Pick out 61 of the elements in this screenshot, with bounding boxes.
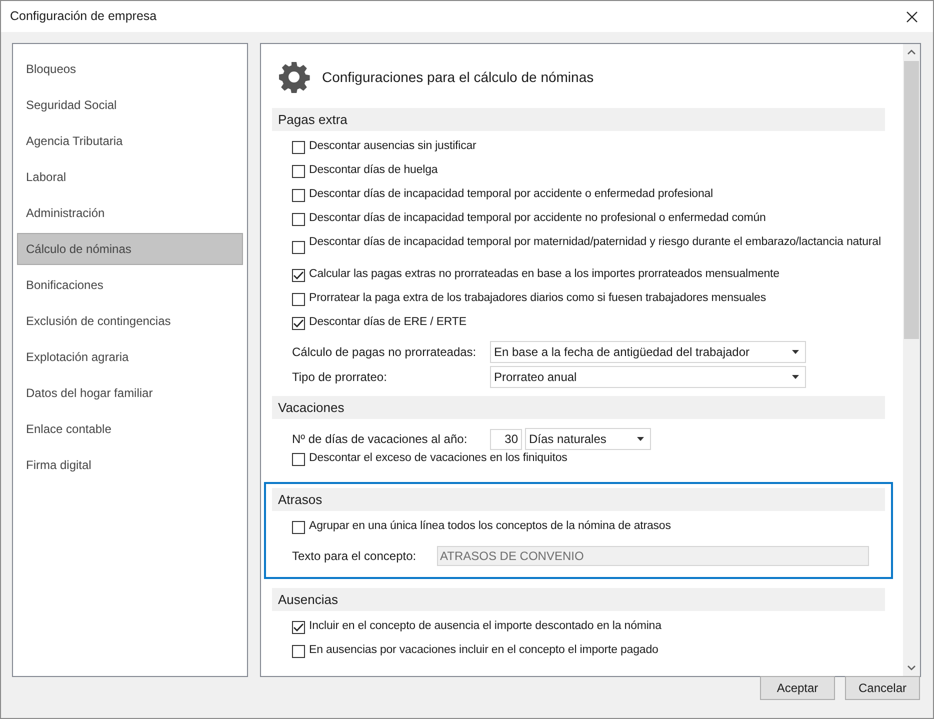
checkbox-label: Incluir en el concepto de ausencia el importe descontado en la nómina (309, 619, 662, 633)
checkbox[interactable] (292, 621, 305, 634)
caret-icon (637, 437, 644, 441)
dialog-button[interactable]: Cancelar (845, 676, 920, 700)
caret-icon (792, 374, 799, 378)
dropdown[interactable]: Días naturales (525, 428, 651, 450)
sidebar-item[interactable]: Exclusión de contingencias (17, 305, 243, 337)
sidebar-item[interactable]: Explotación agraria (17, 341, 243, 373)
checkbox[interactable] (292, 165, 305, 178)
scrollbar[interactable] (903, 44, 920, 676)
field-label: Cálculo de pagas no prorrateadas: (292, 344, 478, 360)
dropdown[interactable]: Prorrateo anual (490, 366, 806, 388)
number-field[interactable]: 30 (490, 428, 522, 450)
checkbox-label: Prorratear la paga extra de los trabajadores diarios como si fuesen trabajadores mensuales (309, 291, 766, 305)
checkbox[interactable] (292, 645, 305, 658)
checkbox[interactable] (292, 269, 305, 282)
checkbox[interactable] (292, 521, 305, 534)
checkbox-label: Descontar días de huelga (309, 163, 438, 177)
sidebar-item[interactable]: Bonificaciones (17, 269, 243, 301)
section-header: Pagas extra (272, 108, 885, 131)
close-icon (906, 10, 918, 22)
panel-title: Configuraciones para el cálculo de nóminas (322, 68, 594, 87)
checkbox-label: Descontar días de incapacidad temporal por accidente o enfermedad profesional (309, 187, 713, 201)
sidebar-item[interactable]: Laboral (17, 161, 243, 193)
gear-icon (278, 61, 310, 93)
checkbox[interactable] (292, 241, 305, 254)
sidebar-item[interactable]: Bloqueos (17, 53, 243, 85)
checkbox-label: Agrupar en una única línea todos los conceptos de la nómina de atrasos (309, 519, 671, 533)
field-label: Texto para el concepto: (292, 548, 418, 565)
checkbox-label: Descontar días de incapacidad temporal por accidente no profesional o enfermedad común (309, 211, 766, 225)
checkbox[interactable] (292, 189, 305, 202)
field-label: Tipo de prorrateo: (292, 368, 388, 386)
checkbox-label: Descontar el exceso de vacaciones en los finiquitos (309, 451, 568, 465)
sidebar-item[interactable]: Cálculo de nóminas (17, 233, 243, 265)
checkbox[interactable] (292, 453, 305, 466)
sidebar-item[interactable]: Datos del hogar familiar (17, 377, 243, 409)
sidebar-item[interactable]: Firma digital (17, 449, 243, 481)
sidebar-item[interactable]: Enlace contable (17, 413, 243, 445)
scroll-up-icon[interactable] (907, 49, 916, 55)
scroll-down-icon[interactable] (907, 665, 916, 671)
checkbox-label: Calcular las pagas extras no prorrateadas en base a los importes prorrateados mensualmente (309, 267, 780, 281)
scroll-thumb[interactable] (904, 61, 919, 339)
sidebar-item[interactable]: Administración (17, 197, 243, 229)
checkbox-label: Descontar ausencias sin justificar (309, 139, 476, 153)
field-label: Nº de días de vacaciones al año: (292, 431, 468, 448)
section-header: Vacaciones (272, 396, 885, 419)
caret-icon (792, 350, 799, 354)
dialog-button[interactable]: Aceptar (760, 676, 835, 700)
section-header: Ausencias (272, 588, 885, 611)
checkbox[interactable] (292, 141, 305, 154)
window-title: Configuración de empresa (10, 8, 157, 26)
sidebar-item[interactable]: Seguridad Social (17, 89, 243, 121)
checkbox[interactable] (292, 317, 305, 330)
checkbox-label: Descontar días de incapacidad temporal por maternidad/paternidad y riesgo durante el embarazo/lactancia natural (309, 235, 881, 249)
sidebar-item[interactable]: Agencia Tributaria (17, 125, 243, 157)
checkbox-label: En ausencias por vacaciones incluir en el concepto el importe pagado (309, 643, 658, 657)
checkbox[interactable] (292, 293, 305, 306)
checkbox-label: Descontar días de ERE / ERTE (309, 315, 466, 329)
section-header: Atrasos (272, 488, 885, 511)
dropdown[interactable]: En base a la fecha de antigüedad del trabajador (490, 340, 806, 362)
checkbox[interactable] (292, 213, 305, 226)
